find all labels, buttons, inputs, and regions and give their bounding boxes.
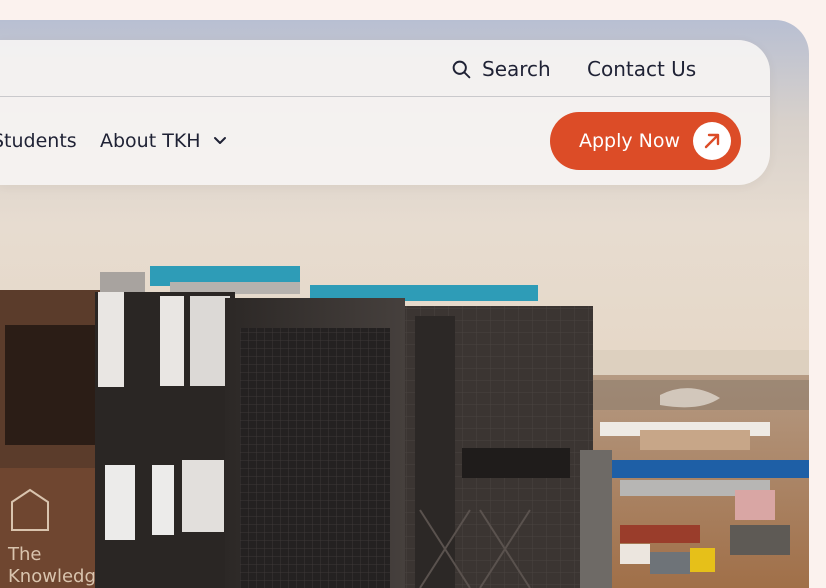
nav-divider — [0, 96, 770, 97]
nav-item-students[interactable]: Students — [0, 130, 77, 152]
navigation-bar: Search Contact Us Students About TKH App… — [0, 40, 770, 185]
search-label: Search — [482, 57, 551, 81]
apply-now-label: Apply Now — [579, 130, 681, 152]
nav-item-about-label: About TKH — [100, 130, 201, 152]
apply-now-button[interactable]: Apply Now — [550, 112, 741, 170]
chevron-down-icon — [213, 137, 226, 144]
search-icon — [452, 60, 471, 78]
contact-us-label: Contact Us — [587, 57, 697, 81]
contact-us-link[interactable]: Contact Us — [587, 57, 696, 81]
search-link[interactable]: Search — [451, 57, 551, 81]
arrow-up-right-icon — [693, 122, 731, 160]
sign-text-the: The — [7, 544, 41, 565]
nav-item-students-label: Students — [0, 130, 77, 152]
nav-item-about-tkh[interactable]: About TKH — [100, 130, 227, 152]
sign-text-knowledge: Knowledge — [8, 566, 107, 587]
